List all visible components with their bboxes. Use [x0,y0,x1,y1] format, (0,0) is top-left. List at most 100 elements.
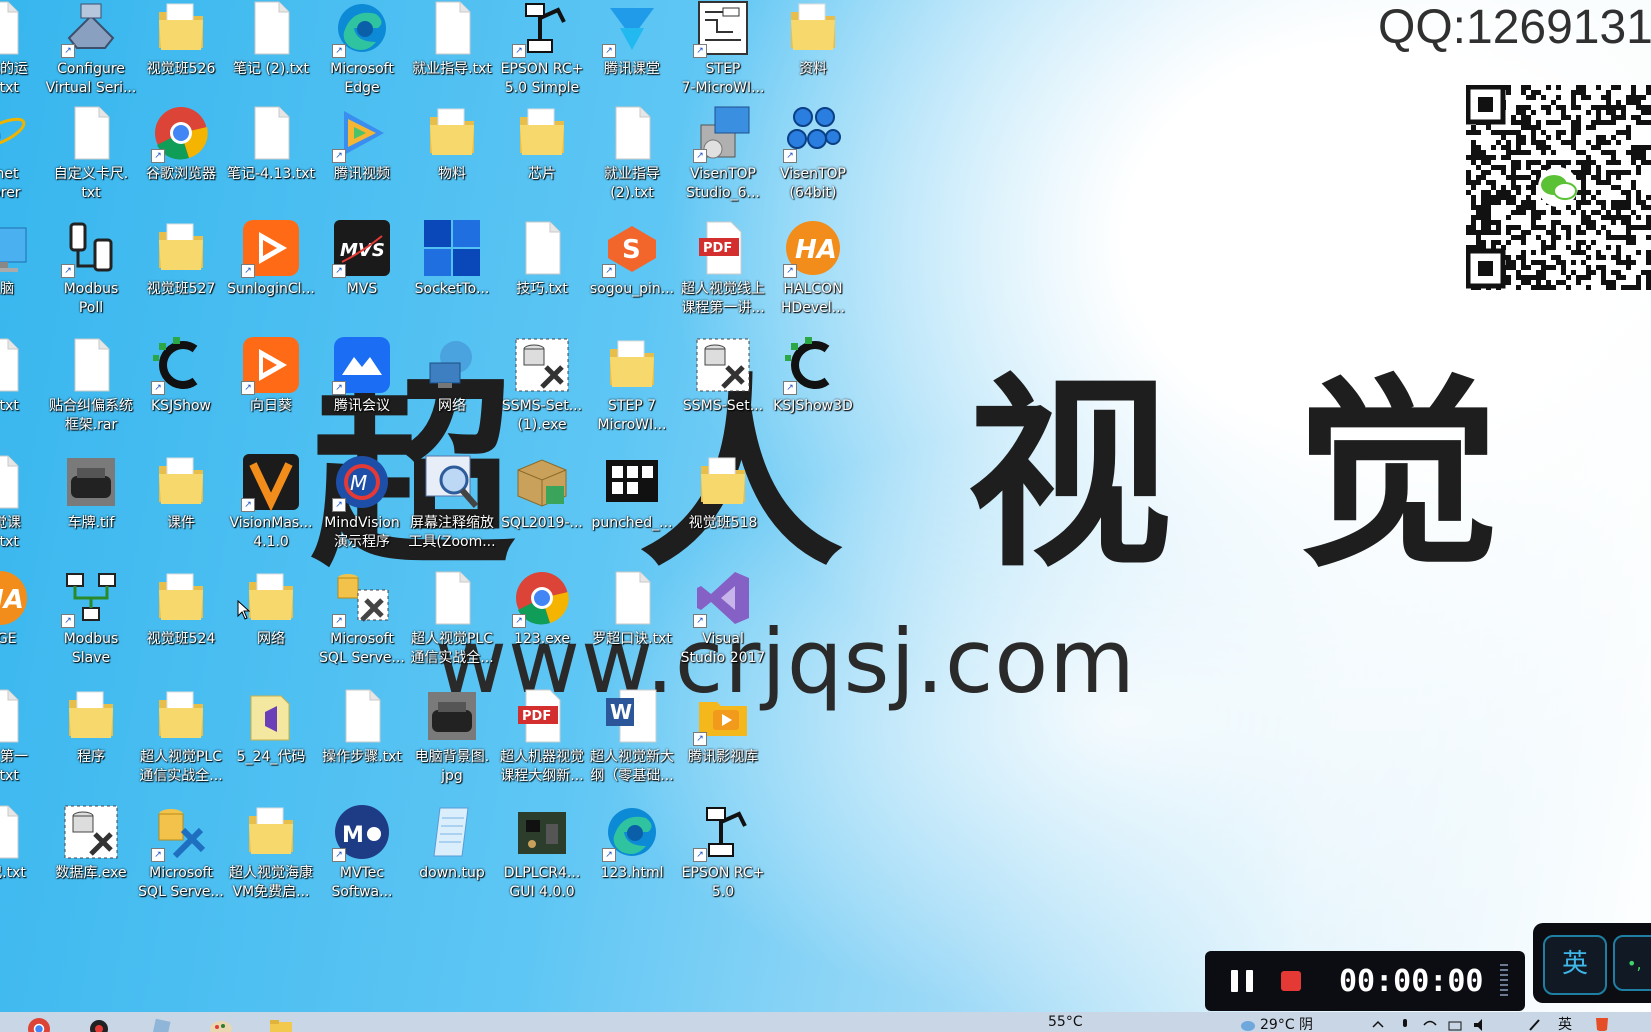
desktop-icon[interactable]: 屏幕注释缩放 工具(Zoom... [406,452,498,552]
desktop-icon[interactable]: PDF 超人视觉线上 课程第一讲... [677,218,769,318]
desktop-icon[interactable]: HA↗ IAGE [0,568,46,649]
desktop-icon[interactable]: W 超人视觉新大 纲（零基础... [586,686,678,786]
desktop-icon[interactable]: ↗ Microsoft SQL Serve... [316,568,408,668]
wifi-icon[interactable] [1422,1017,1438,1031]
desktop-icon[interactable]: 视觉班526 [135,0,227,79]
desktop-icon[interactable]: ↗ 腾讯影视库 [677,686,769,767]
desktop-icon[interactable]: 重载的运 符.txt [0,0,46,98]
desktop-icon[interactable]: SSMS-Set... (1).exe [496,335,588,435]
ime-language-button[interactable]: 英 [1543,935,1607,995]
desktop-icon[interactable]: M ↗ MindVision 演示程序 [316,452,408,552]
desktop-icon[interactable]: 数据库.exe [45,802,137,883]
stop-icon[interactable] [1281,971,1301,991]
desktop-icon[interactable]: 罗超口诀.txt [586,568,678,649]
network-icon[interactable] [1447,1017,1463,1031]
desktop-icon[interactable]: ↗ 123.exe [496,568,588,649]
desktop-icon[interactable]: 电脑 [0,218,46,299]
desktop-icon[interactable]: SSMS-Set... [677,335,769,416]
weather-text[interactable]: 29°C 阴 [1260,1014,1313,1032]
desktop-icon[interactable]: 5_24_代码 [225,686,317,767]
desktop-icon-label: 123.exe [513,631,570,647]
desktop-icon[interactable]: 笔记.txt [0,802,46,883]
desktop-icon[interactable]: ↗ EPSON RC+ 5.0 [677,802,769,902]
desktop-icon[interactable]: STEP 7 MicroWI... [586,335,678,435]
desktop-icon[interactable]: 贴合纠偏系统 框架.rar [45,335,137,435]
desktop-icon[interactable]: 车牌.tif [45,452,137,533]
desktop-icon[interactable]: SQL2019-... [496,452,588,533]
desktop-icon[interactable]: PDF 超人机器视觉 课程大纲新... [496,686,588,786]
desktop-icon[interactable]: 操作步骤.txt [316,686,408,767]
microphone-icon[interactable] [1397,1017,1413,1031]
desktop-icon[interactable]: 子.txt [0,335,46,416]
desktop-icon[interactable]: ↗ KSJShow3D [767,335,859,416]
desktop-icon[interactable]: ↗ 谷歌浏览器 [135,103,227,184]
desktop-icon[interactable]: 视觉班518 [677,452,769,533]
desktop-icon[interactable]: 课件 [135,452,227,533]
ime-punctuation-button[interactable]: •, [1613,935,1651,991]
desktop-icon[interactable]: 芯片 [496,103,588,184]
pause-icon[interactable] [1231,970,1253,992]
desktop-icon[interactable]: S ↗ sogou_pin... [586,218,678,299]
desktop-icon[interactable]: 笔记-4.13.txt [225,103,317,184]
desktop-icon[interactable]: MVS ↗ MVS [316,218,408,299]
desktop-icon[interactable]: 视觉班524 [135,568,227,649]
desktop-icon[interactable]: ↗ Microsoft SQL Serve... [135,802,227,902]
desktop-icon[interactable]: 课程第一 讲.txt [0,686,46,786]
shortcut-arrow-icon: ↗ [332,498,346,512]
desktop-icon[interactable]: 电脑背景图. jpg [406,686,498,786]
desktop-icon[interactable]: ↗ 腾讯会议 [316,335,408,416]
desktop-icon[interactable]: 超人视觉PLC 通信实战全... [135,686,227,786]
desktop-icon[interactable]: ↗ Configure Virtual Seri... [45,0,137,98]
desktop-icon[interactable]: 网络 [406,335,498,416]
shortcut-arrow-icon: ↗ [151,848,165,862]
html5-icon[interactable] [1594,1017,1610,1031]
taskbar-ime-lang[interactable]: 英 [1558,1014,1572,1032]
desktop-icon[interactable]: 笔记 (2).txt [225,0,317,79]
desktop-icon[interactable]: ↗ Microsoft Edge [316,0,408,98]
recorder-taskbar-icon[interactable] [86,1016,112,1032]
desktop-icon[interactable]: 视觉班527 [135,218,227,299]
desktop-icon[interactable]: ↗ VisionMas... 4.1.0 [225,452,317,552]
desktop-icon[interactable]: HA ↗ HALCON HDevel... [767,218,859,318]
chrome-taskbar-icon[interactable] [26,1016,52,1032]
desktop-icon[interactable]: ↗ EPSON RC+ 5.0 Simple [496,0,588,98]
desktop-icon[interactable]: 自定义卡尺. txt [45,103,137,203]
desktop-icon[interactable]: 超人视觉海康 VM免费启... [225,802,317,902]
desktop-icon[interactable]: down.tup [406,802,498,883]
desktop-icon[interactable]: ↗ Modbus Poll [45,218,137,318]
desktop-icon[interactable]: SocketTo... [406,218,498,299]
desktop-icon[interactable]: ↗ KSJShow [135,335,227,416]
desktop-icon[interactable]: ↗ VisenTOP Studio_6... [677,103,769,203]
desktop-icon[interactable]: 资料 [767,0,859,79]
file-explorer-taskbar-icon[interactable] [268,1016,294,1032]
desktop-icon[interactable]: ↗ 腾讯课堂 [586,0,678,79]
desktop-icon[interactable]: 就业指导.txt [406,0,498,79]
svg-text:W: W [610,700,632,724]
desktop-icon[interactable]: 物料 [406,103,498,184]
desktop-icon[interactable]: 超人视觉PLC 通信实战全... [406,568,498,668]
desktop-icon[interactable]: e ernet plorer [0,103,46,203]
desktop-icon[interactable]: ↗ Visual Studio 2017 [677,568,769,668]
desktop-icon[interactable]: ↗ VisenTOP (64bit) [767,103,859,203]
volume-muted-icon[interactable] [1472,1017,1488,1031]
desktop-icon[interactable]: ↗ 123.html [586,802,678,883]
desktop-icon[interactable]: ↗ 向日葵 [225,335,317,416]
desktop-icon[interactable]: punched_... [586,452,678,533]
desktop-icon[interactable]: DLPLCR4... GUI 4.0.0 [496,802,588,902]
desktop-icon[interactable]: M ↗ MVTec Softwa... [316,802,408,902]
desktop-icon[interactable]: ↗ 腾讯视频 [316,103,408,184]
pen-icon[interactable] [1527,1017,1543,1031]
desktop-icon[interactable]: 程序 [45,686,137,767]
desktop-icon-label: sogou_pin... [589,281,675,297]
desktop-icon[interactable]: 技巧.txt [496,218,588,299]
desktop-icon[interactable]: ↗ STEP 7-MicroWI... [677,0,769,98]
chevron-up-icon[interactable] [1370,1017,1386,1031]
desktop-icon[interactable]: 就业指导 (2).txt [586,103,678,203]
desktop-icon[interactable]: ↗ Modbus Slave [45,568,137,668]
desktop-icon[interactable]: 视觉课 虽.txt [0,452,46,552]
drag-handle[interactable] [1499,964,1508,998]
notepad-taskbar-icon[interactable] [148,1016,174,1032]
desktop-icon[interactable]: ↗ SunloginCl... [225,218,317,299]
shortcut-arrow-icon: ↗ [61,44,75,58]
paint-taskbar-icon[interactable] [208,1016,234,1032]
